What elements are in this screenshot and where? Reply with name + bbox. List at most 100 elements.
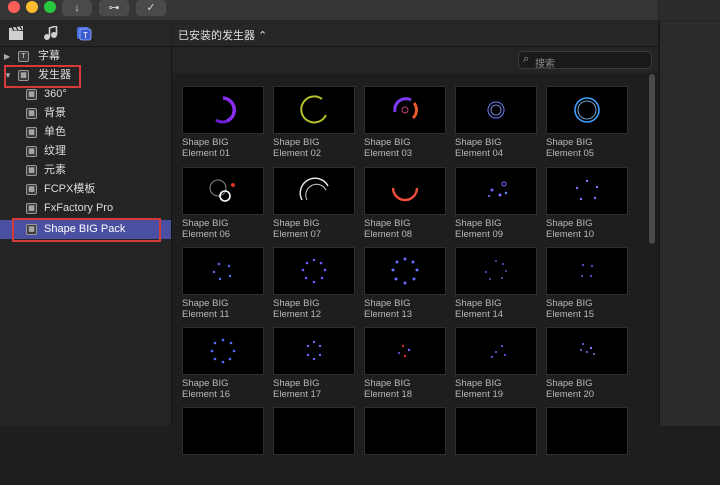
generators-sidebar: ▶ T 字幕 ▼ ▦ 发生器 ▦ 360° ▦ 背景 ▦ 单色 ▦ 纹理 ▦ 元… — [0, 47, 172, 426]
tile-label: Shape BIG Element 14 — [455, 298, 504, 320]
sidebar-item-label: 元素 — [44, 164, 66, 176]
generator-icon: ▦ — [26, 89, 37, 100]
generator-tile[interactable]: Shape BIG Element 04 — [455, 86, 537, 164]
browser-title-dropdown[interactable]: 已安装的发生器 ⌃ — [178, 27, 267, 43]
tile-label: Shape BIG Element 16 — [182, 378, 231, 400]
generator-icon: ▦ — [26, 203, 37, 214]
generator-tile[interactable]: Shape BIG Element 11 — [182, 247, 264, 325]
close-window-button[interactable] — [8, 1, 20, 13]
sidebar-item-label: 纹理 — [44, 145, 66, 157]
sidebar-item-label: 背景 — [44, 107, 66, 119]
generator-tile[interactable]: Shape BIG Element 09 — [455, 167, 537, 245]
tile-label: Shape BIG Element 20 — [546, 378, 595, 400]
search-placeholder: 搜索 — [535, 59, 555, 70]
generator-tile[interactable]: Shape BIG Element 12 — [273, 247, 355, 325]
disclosure-right-icon[interactable]: ▶ — [4, 47, 10, 66]
background-tasks-button[interactable]: ✓ — [136, 0, 166, 16]
generator-tile[interactable]: Shape BIG Element 17 — [273, 327, 355, 405]
tile-label: Shape BIG Element 19 — [455, 378, 504, 400]
generator-tile[interactable]: Shape BIG Element 08 — [364, 167, 446, 245]
thumbnail — [455, 327, 537, 375]
thumbnail — [546, 327, 628, 375]
generator-tile[interactable] — [546, 407, 628, 485]
checkmark-circle-icon: ✓ — [146, 2, 156, 14]
generator-tile[interactable]: Shape BIG Element 14 — [455, 247, 537, 325]
thumbnail — [455, 167, 537, 215]
generator-tile[interactable]: Shape BIG Element 13 — [364, 247, 446, 325]
generator-tile[interactable] — [182, 407, 264, 485]
sidebar-item-fcpx-templates[interactable]: ▦ FCPX模板 — [0, 180, 171, 199]
tile-label: Shape BIG Element 05 — [546, 137, 595, 159]
thumbnail — [182, 247, 264, 295]
title-bar: ↓ ⊶ ✓ — [0, 0, 720, 21]
generator-tile[interactable]: Shape BIG Element 19 — [455, 327, 537, 405]
generator-tile[interactable] — [455, 407, 537, 485]
tile-label: Shape BIG Element 03 — [364, 137, 413, 159]
search-row: ⌕ 搜索 — [172, 47, 658, 73]
tile-label: Shape BIG Element 06 — [182, 218, 231, 240]
thumbnail — [455, 247, 537, 295]
vertical-scrollbar[interactable] — [649, 74, 655, 244]
generator-tile[interactable]: Shape BIG Element 05 — [546, 86, 628, 164]
minimize-window-button[interactable] — [26, 1, 38, 13]
generator-tile[interactable]: Shape BIG Element 06 — [182, 167, 264, 245]
music-icon[interactable] — [42, 24, 58, 41]
sidebar-item-solids[interactable]: ▦ 单色 — [0, 123, 171, 142]
viewer-pane — [659, 21, 720, 426]
sidebar-item-backgrounds[interactable]: ▦ 背景 — [0, 104, 171, 123]
generator-tile[interactable]: Shape BIG Element 02 — [273, 86, 355, 164]
sidebar-item-textures[interactable]: ▦ 纹理 — [0, 142, 171, 161]
keyword-button[interactable]: ⊶ — [99, 0, 129, 16]
thumbnail — [364, 86, 446, 134]
sidebar-item-elements[interactable]: ▦ 元素 — [0, 161, 171, 180]
sidebar-item-label: 单色 — [44, 126, 66, 138]
tile-label: Shape BIG Element 11 — [182, 298, 230, 320]
generator-tile[interactable]: Shape BIG Element 10 — [546, 167, 628, 245]
thumbnail — [182, 86, 264, 134]
thumbnail — [273, 407, 355, 455]
thumbnail — [546, 167, 628, 215]
thumbnail — [364, 167, 446, 215]
generator-tile[interactable]: Shape BIG Element 03 — [364, 86, 446, 164]
clapper-icon[interactable] — [8, 26, 24, 41]
thumbnail — [364, 407, 446, 455]
search-icon: ⌕ — [523, 53, 530, 65]
titles-generators-icon[interactable]: T — [76, 26, 92, 41]
tile-label: Shape BIG Element 04 — [455, 137, 504, 159]
generator-icon: ▦ — [26, 127, 37, 138]
sidebar-item-fxfactory-pro[interactable]: ▦ FxFactory Pro — [0, 199, 171, 218]
search-input[interactable]: ⌕ 搜索 — [518, 51, 652, 70]
thumbnail — [364, 247, 446, 295]
generator-tile[interactable]: Shape BIG Element 18 — [364, 327, 446, 405]
generator-tile[interactable] — [273, 407, 355, 485]
tile-label: Shape BIG Element 01 — [182, 137, 231, 159]
thumbnail — [273, 327, 355, 375]
tile-label: Shape BIG Element 09 — [455, 218, 504, 240]
tile-label: Shape BIG Element 12 — [273, 298, 322, 320]
tile-label: Shape BIG Element 15 — [546, 298, 595, 320]
generator-tile[interactable]: Shape BIG Element 20 — [546, 327, 628, 405]
tile-label: Shape BIG Element 10 — [546, 218, 595, 240]
thumbnail — [364, 327, 446, 375]
generator-icon: ▦ — [26, 146, 37, 157]
browser-header: 已安装的发生器 ⌃ — [172, 21, 658, 47]
sidebar-item-label: 字幕 — [38, 50, 60, 62]
generator-icon: ▦ — [26, 108, 37, 119]
import-button[interactable]: ↓ — [62, 0, 92, 16]
generator-tile[interactable]: Shape BIG Element 16 — [182, 327, 264, 405]
generator-tile[interactable]: Shape BIG Element 01 — [182, 86, 264, 164]
thumbnail — [546, 86, 628, 134]
sidebar-item-label: FxFactory Pro — [44, 202, 114, 214]
highlight-box-shape-big-pack — [12, 218, 161, 242]
zoom-window-button[interactable] — [44, 1, 56, 13]
tile-label: Shape BIG Element 17 — [273, 378, 322, 400]
title-icon: T — [18, 51, 29, 62]
thumbnail — [182, 167, 264, 215]
thumbnail — [455, 86, 537, 134]
download-arrow-icon: ↓ — [74, 2, 80, 14]
generator-tile[interactable] — [364, 407, 446, 485]
sidebar-item-titles[interactable]: ▶ T 字幕 — [0, 47, 171, 66]
generator-tile[interactable]: Shape BIG Element 07 — [273, 167, 355, 245]
generator-tile[interactable]: Shape BIG Element 15 — [546, 247, 628, 325]
highlight-box-generators — [4, 65, 81, 88]
